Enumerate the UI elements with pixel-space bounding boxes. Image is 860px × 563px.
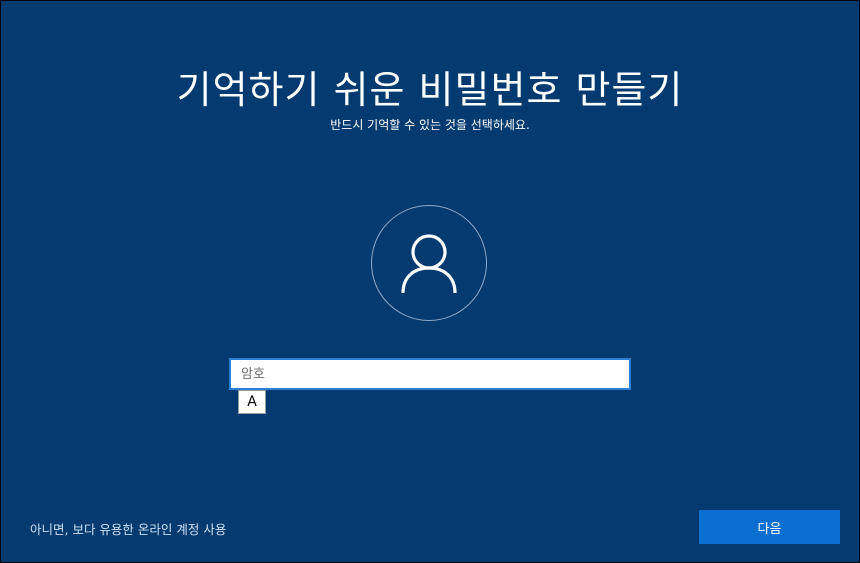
oobe-screen: 기억하기 쉬운 비밀번호 만들기 반드시 기억할 수 있는 것을 선택하세요. … [1, 1, 859, 562]
online-account-link[interactable]: 아니면, 보다 유용한 온라인 계정 사용 [30, 519, 226, 538]
next-button[interactable]: 다음 [699, 510, 840, 544]
page-subtitle: 반드시 기억할 수 있는 것을 선택하세요. [330, 118, 530, 132]
ime-mode-indicator: A [238, 390, 266, 414]
user-icon [401, 234, 457, 294]
password-input[interactable] [229, 358, 631, 390]
avatar [371, 205, 487, 321]
page-title: 기억하기 쉬운 비밀번호 만들기 [176, 68, 684, 112]
